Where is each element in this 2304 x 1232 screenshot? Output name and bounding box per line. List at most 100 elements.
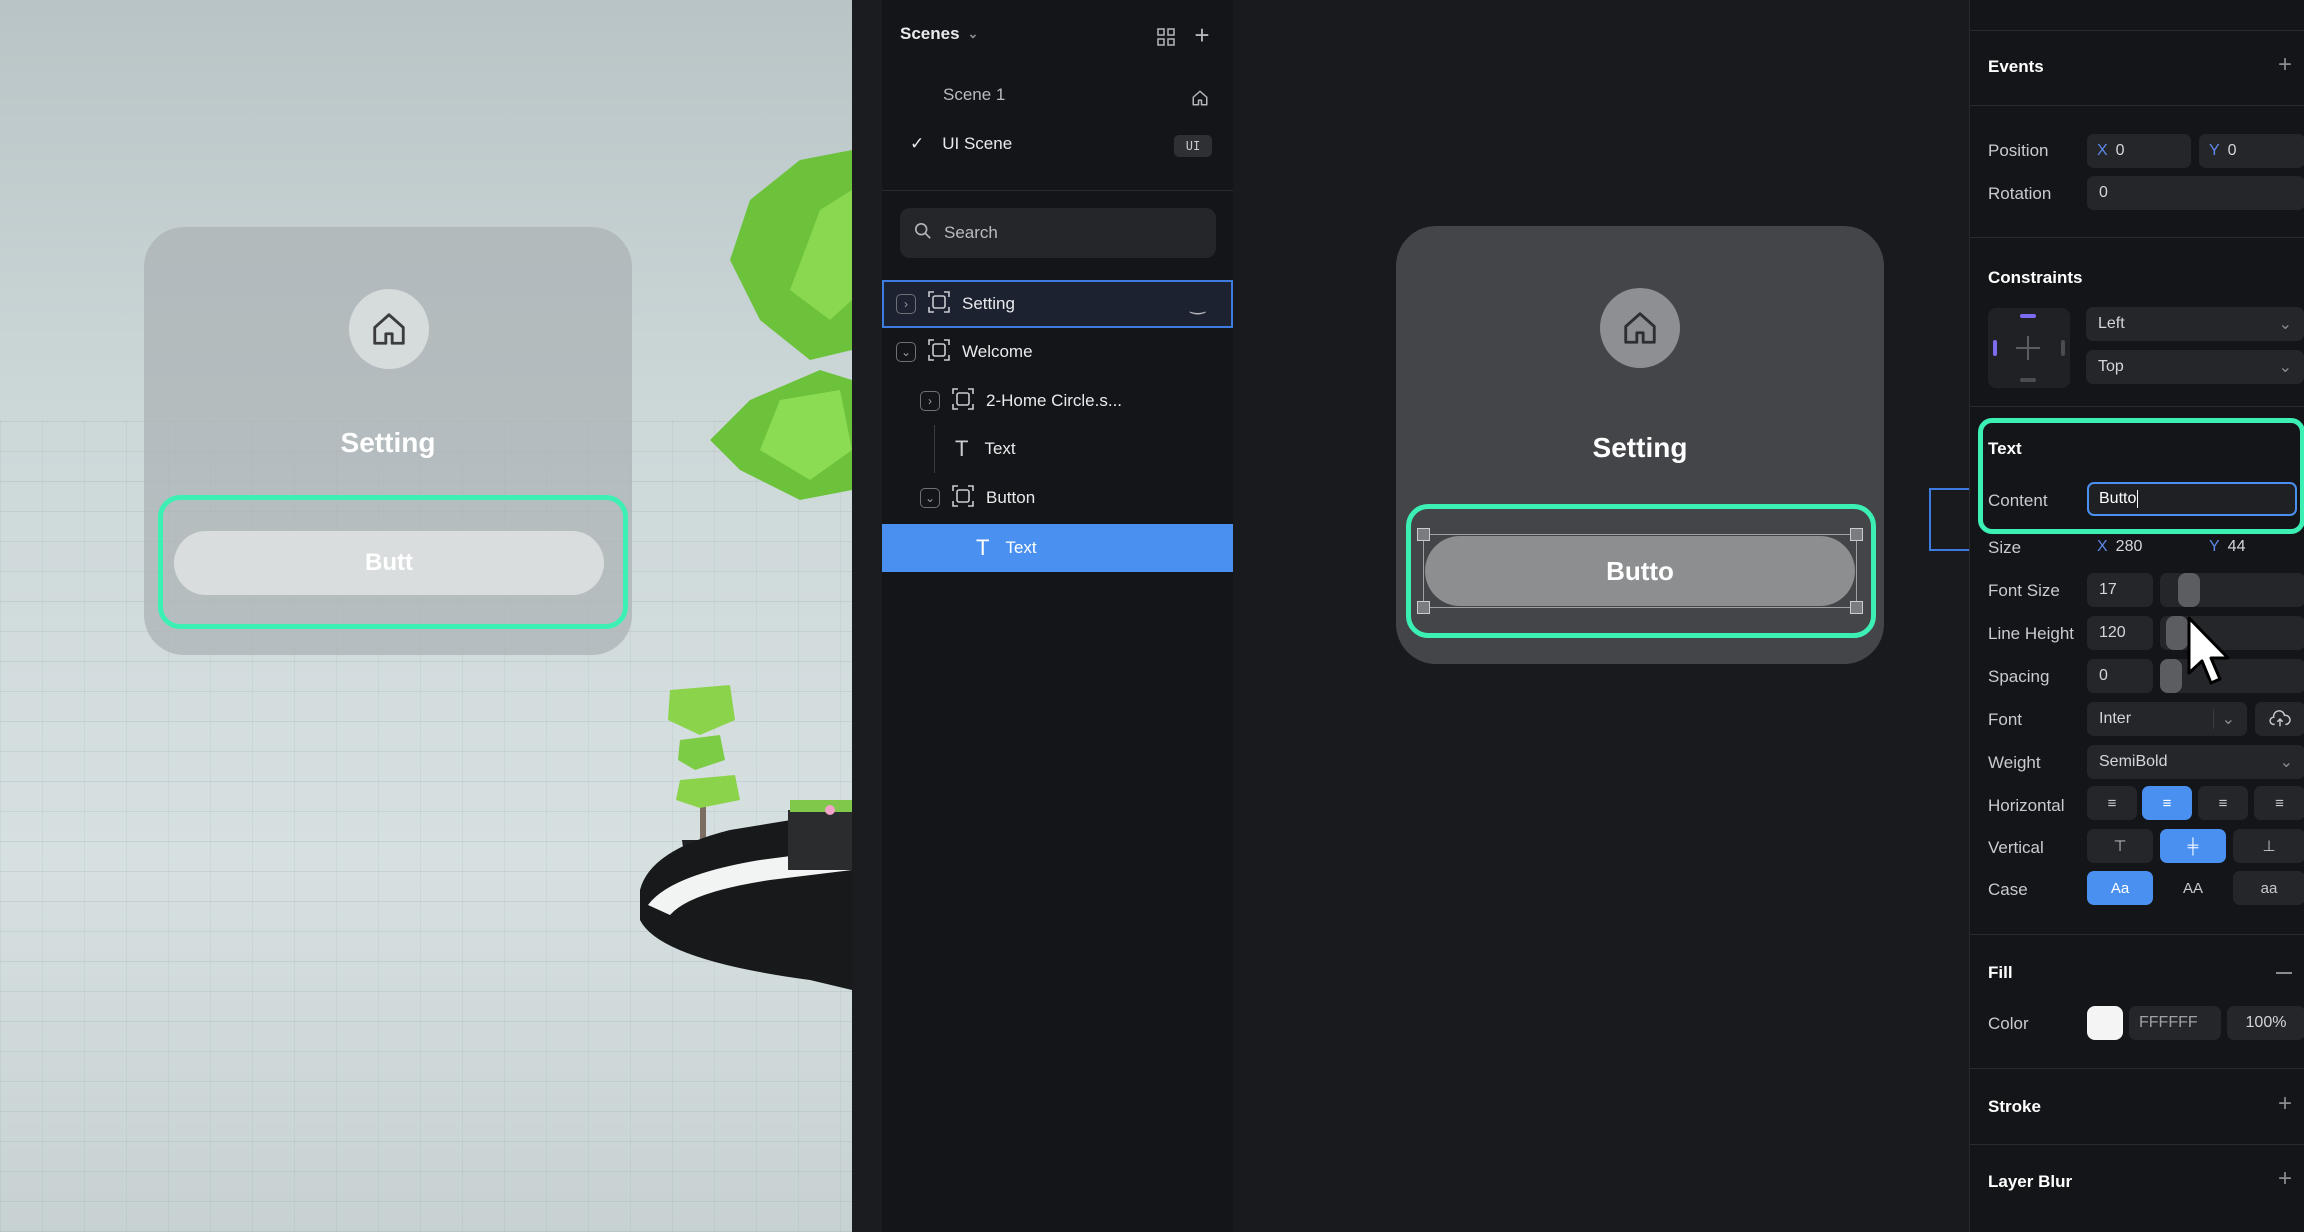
position-y-input[interactable]: Y0: [2199, 134, 2304, 168]
canvas-card-title[interactable]: Setting: [1396, 432, 1884, 464]
chevron-right-icon[interactable]: ›: [896, 294, 916, 314]
case-option[interactable]: aa: [2233, 871, 2304, 905]
position-label: Position: [1988, 141, 2049, 160]
add-layer-blur-plus-icon[interactable]: +: [2278, 1165, 2292, 1193]
line-height-input[interactable]: 120: [2087, 616, 2153, 650]
scene-row-1[interactable]: Scene 1: [943, 85, 1005, 105]
layer-name: Setting: [962, 294, 1015, 313]
font-size-input[interactable]: 17: [2087, 573, 2153, 607]
spacing-label: Spacing: [1988, 667, 2050, 686]
spacing-input[interactable]: 0: [2087, 659, 2153, 693]
rotation-input[interactable]: 0: [2087, 176, 2304, 210]
add-scene-plus-icon[interactable]: +: [1189, 20, 1215, 50]
weight-select[interactable]: SemiBold ⌄: [2087, 745, 2304, 779]
slider-knob[interactable]: [2166, 616, 2188, 650]
color-label: Color: [1988, 1014, 2029, 1033]
home-icon: [373, 313, 405, 345]
chevron-down-icon[interactable]: ⌄: [896, 342, 916, 362]
align-justify-icon[interactable]: ≡: [2254, 786, 2304, 820]
remove-fill-minus-icon[interactable]: [2276, 972, 2292, 974]
upload-font-button[interactable]: [2255, 702, 2304, 736]
selection-box: [1423, 534, 1857, 608]
size-x-input[interactable]: X 280: [2087, 530, 2191, 564]
visibility-toggle-icon[interactable]: ‿: [1191, 294, 1205, 315]
scene-row-2[interactable]: ✓ UI Scene: [910, 134, 1012, 154]
events-header: Events: [1988, 57, 2044, 76]
align-bottom-icon[interactable]: ⊥: [2233, 829, 2304, 863]
slider-knob[interactable]: [2178, 573, 2200, 607]
layer-row-setting[interactable]: › Setting ‿: [882, 280, 1233, 328]
canvas-home-circle[interactable]: [1600, 288, 1680, 368]
layer-row-button-text[interactable]: T Text: [882, 524, 1233, 572]
scene-name: Scene 1: [943, 85, 1006, 104]
divider: [1970, 1068, 2304, 1069]
layer-row-welcome[interactable]: ⌄ Welcome: [882, 328, 1233, 376]
line-height-slider[interactable]: [2160, 616, 2304, 650]
constraint-v-value: Top: [2098, 358, 2124, 375]
mouse-cursor-icon: [2187, 616, 2230, 685]
layer-search-input[interactable]: Search: [900, 208, 1216, 258]
axis-x-label: X: [2097, 142, 2108, 159]
design-canvas[interactable]: Setting Butto: [1233, 0, 1969, 1232]
text-section-highlight: [1978, 418, 2304, 534]
home-icon[interactable]: [1188, 86, 1212, 110]
size-y-value: 44: [2227, 538, 2246, 555]
case-option[interactable]: AA: [2160, 871, 2226, 905]
font-size-slider[interactable]: [2160, 573, 2304, 607]
axis-y-label: Y: [2209, 538, 2220, 555]
position-y-value: 0: [2227, 142, 2237, 159]
layer-row-button[interactable]: ⌄ Button: [882, 474, 1233, 522]
align-top-icon[interactable]: ⊤: [2087, 829, 2153, 863]
add-stroke-plus-icon[interactable]: +: [2278, 1090, 2292, 1118]
chevron-down-icon[interactable]: ⌄: [920, 488, 940, 508]
add-event-plus-icon[interactable]: +: [2278, 51, 2292, 79]
preview-home-circle: [349, 289, 429, 369]
vertical-constraint-select[interactable]: Top ⌄: [2086, 350, 2304, 384]
align-left-icon[interactable]: ≡: [2087, 786, 2137, 820]
constraint-h-value: Left: [2098, 315, 2125, 332]
case-option[interactable]: Aa: [2087, 871, 2153, 905]
horizontal-constraint-select[interactable]: Left ⌄: [2086, 307, 2304, 341]
divider: [1970, 1144, 2304, 1145]
frame-icon: [952, 484, 974, 512]
color-swatch[interactable]: [2087, 1006, 2123, 1040]
align-center-icon[interactable]: ≡: [2142, 786, 2192, 820]
content-input[interactable]: Butto: [2087, 482, 2297, 516]
resize-handle[interactable]: [1850, 528, 1863, 541]
resize-handle[interactable]: [1417, 601, 1430, 614]
layer-row-text[interactable]: T Text: [882, 425, 1233, 473]
rotation-label: Rotation: [1988, 184, 2052, 203]
content-label: Content: [1988, 491, 2048, 510]
layer-blur-header: Layer Blur: [1988, 1172, 2073, 1191]
divider: [1970, 934, 2304, 935]
layer-row-home-circle[interactable]: › 2-Home Circle.s...: [882, 377, 1233, 425]
font-select[interactable]: Inter ⌄: [2087, 702, 2247, 736]
weight-label: Weight: [1988, 753, 2041, 772]
chevron-right-icon[interactable]: ›: [920, 391, 940, 411]
text-cursor: [2137, 490, 2139, 508]
layer-name: Button: [986, 488, 1036, 507]
text-header: Text: [1988, 439, 2022, 458]
divider: [1970, 237, 2304, 238]
color-opacity-input[interactable]: 100%: [2227, 1006, 2304, 1040]
position-x-input[interactable]: X0: [2087, 134, 2191, 168]
divider: [1970, 30, 2304, 31]
text-type-icon: T: [976, 535, 990, 560]
spacing-slider[interactable]: [2160, 659, 2304, 693]
resize-handle[interactable]: [1417, 528, 1430, 541]
divider: [882, 190, 1233, 191]
resize-handle[interactable]: [1850, 601, 1863, 614]
preview-button[interactable]: Butt: [174, 531, 604, 595]
align-right-icon[interactable]: ≡: [2198, 786, 2248, 820]
case-label: Case: [1988, 880, 2028, 899]
constraints-widget[interactable]: [1988, 308, 2070, 388]
size-y-input[interactable]: Y 44: [2199, 530, 2304, 564]
color-hex-input[interactable]: FFFFFF: [2129, 1006, 2221, 1040]
scenes-dropdown[interactable]: Scenes ⌄: [900, 24, 978, 44]
slider-knob[interactable]: [2160, 659, 2182, 693]
align-middle-icon[interactable]: ╪: [2160, 829, 2226, 863]
canvas-card[interactable]: Setting Butto: [1396, 226, 1884, 664]
grid-view-icon[interactable]: [1153, 24, 1179, 50]
cloud-upload-icon: [2269, 710, 2291, 727]
vertical-align-label: Vertical: [1988, 838, 2044, 857]
